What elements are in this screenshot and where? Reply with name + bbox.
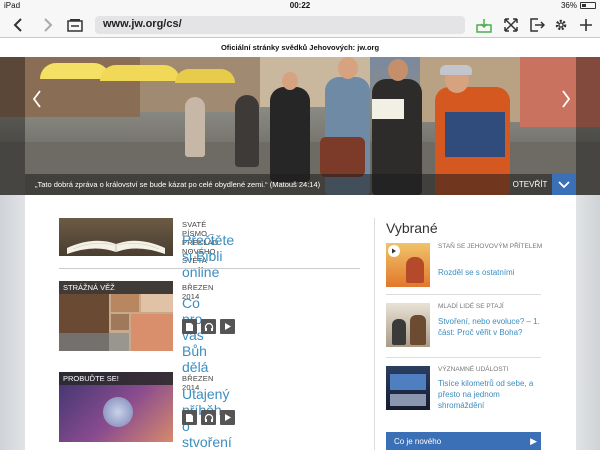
featured-title[interactable]: Tisíce kilometrů od sebe, a přesto na je… (438, 378, 548, 411)
fullscreen-icon[interactable] (502, 15, 520, 35)
magazine-tag: STRÁŽNÁ VĚŽ (59, 281, 173, 294)
cap (440, 65, 472, 75)
cartoon-figure (406, 257, 424, 283)
hero-open-button[interactable] (552, 174, 576, 195)
format-icons (182, 319, 235, 334)
battery-percent: 36% (560, 1, 577, 10)
pedestrian-head (282, 72, 298, 90)
whats-new-button[interactable]: Co je nového ▶ (386, 432, 541, 450)
browser-window: iPad 00:22 36% www.jw.org/cs/ Oficiální … (0, 0, 600, 450)
hero-open-link[interactable]: OTEVŘÍT (508, 174, 552, 195)
chevron-right-icon: ▶ (530, 436, 537, 446)
handbag (320, 137, 365, 177)
battery-status: 36% (561, 1, 596, 10)
share-exit-icon[interactable] (528, 15, 546, 35)
site-title-bar: Oficiální stránky svědků Jehovových: jw.… (0, 38, 600, 57)
person-left-head (338, 57, 358, 79)
watchtower-thumbnail[interactable]: STRÁŽNÁ VĚŽ (59, 281, 173, 351)
browser-toolbar: www.jw.org/cs/ (0, 12, 600, 38)
chevron-right-icon[interactable] (557, 79, 575, 119)
pedestrian (185, 97, 205, 157)
featured-title[interactable]: Stvoření, nebo evoluce? – 1. část: Proč … (438, 316, 548, 338)
site-title: Oficiální stránky svědků Jehovových: jw.… (220, 43, 380, 52)
market-umbrella (175, 69, 235, 83)
settings-gear-icon[interactable] (553, 15, 569, 35)
face-photo (141, 294, 173, 312)
open-book (372, 99, 404, 119)
bible-thumbnail[interactable] (59, 218, 173, 256)
hero-side-shade-right (576, 57, 600, 195)
face-photo (131, 314, 173, 351)
page-gutter-right (576, 195, 600, 450)
cartoon-figure (392, 319, 406, 345)
face-photo (59, 333, 129, 351)
magazine-tag: PROBUĎTE SE! (59, 372, 173, 385)
hero-caption: „Tato dobrá zpráva o království se bude … (25, 174, 552, 195)
divider (386, 294, 541, 295)
column-separator (374, 218, 375, 450)
battery-icon (580, 2, 596, 9)
face-photo (111, 314, 129, 330)
headphones-icon[interactable] (201, 410, 216, 425)
divider (386, 357, 541, 358)
featured-heading: Vybrané (386, 220, 438, 236)
url-text: www.jw.org/cs/ (103, 18, 182, 30)
headphones-icon[interactable] (201, 319, 216, 334)
hero-caption-text: „Tato dobrá zpráva o království se bude … (35, 180, 321, 189)
format-icons (182, 410, 235, 425)
open-bible-icon (67, 240, 165, 254)
hero-side-shade-left (0, 57, 25, 195)
video-play-icon (388, 245, 400, 257)
featured-meta: VÝZNAMNÉ UDÁLOSTI (438, 366, 509, 373)
pedestrian (235, 95, 259, 167)
jacket-stripe (445, 112, 505, 157)
url-bar[interactable]: www.jw.org/cs/ (95, 16, 465, 34)
back-icon[interactable] (10, 15, 26, 35)
tabs-icon[interactable] (66, 15, 84, 35)
play-icon[interactable] (220, 410, 235, 425)
featured-thumbnail[interactable] (386, 366, 430, 410)
article-title[interactable]: Co pro vás Bůh dělá (182, 295, 208, 375)
ios-status-bar: iPad 00:22 36% (0, 0, 600, 12)
chevron-left-icon[interactable] (28, 79, 46, 119)
awake-thumbnail[interactable]: PROBUĎTE SE! (59, 372, 173, 442)
article-title[interactable]: Přečtěte si Bibli online (182, 232, 234, 280)
market-umbrella (100, 65, 180, 81)
pedestrian (270, 87, 310, 182)
person-woman-head (388, 59, 408, 81)
document-icon[interactable] (182, 319, 197, 334)
page-gutter-left (0, 195, 25, 450)
divider (59, 268, 360, 269)
download-icon[interactable] (475, 15, 493, 35)
planet-graphic (103, 397, 133, 427)
whats-new-label: Co je nového (394, 437, 442, 446)
clock: 00:22 (289, 1, 311, 10)
screen-graphic (390, 374, 426, 390)
featured-thumbnail[interactable] (386, 303, 430, 347)
face-photo (111, 294, 139, 312)
document-icon[interactable] (182, 410, 197, 425)
new-tab-plus-icon[interactable] (578, 15, 594, 35)
featured-meta: STAŇ SE JEHOVOVÝM PŘÍTELEM (438, 243, 543, 250)
forward-icon[interactable] (40, 15, 56, 35)
chevron-down-icon (558, 180, 570, 188)
cartoon-figure (410, 315, 426, 345)
featured-thumbnail[interactable] (386, 243, 430, 287)
featured-title[interactable]: Rozděl se s ostatními (438, 267, 548, 278)
play-icon[interactable] (220, 319, 235, 334)
audience-graphic (390, 394, 426, 406)
featured-meta: MLADÍ LIDÉ SE PTAJÍ (438, 303, 504, 310)
